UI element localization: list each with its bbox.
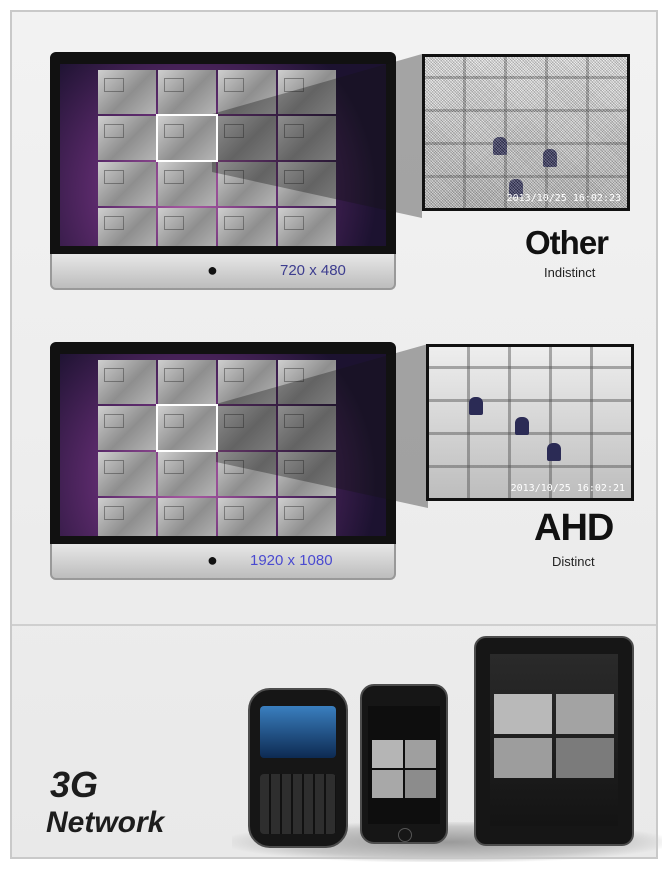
- video-noise: [425, 57, 627, 208]
- monitor-resolution: 1920 x 1080: [250, 552, 333, 569]
- zoom-timestamp: 2013/10/25 16:02:21: [510, 483, 625, 494]
- monitor-chin: ● 1920 x 1080: [50, 544, 396, 580]
- camera-tile: [98, 208, 156, 246]
- camera-tile: [494, 738, 552, 778]
- network-label: Network: [46, 806, 165, 839]
- camera-tile: [98, 162, 156, 206]
- zoom-timestamp: 2013/10/25 16:02:23: [506, 193, 621, 204]
- zoom-view-other: 2013/10/25 16:02:23: [422, 54, 630, 211]
- monitor-chin: ● 720 x 480: [50, 254, 396, 290]
- zoom-beam: [212, 54, 422, 218]
- zoom-beam: [216, 344, 428, 508]
- monitor-resolution: 720 x 480: [280, 262, 346, 279]
- office-cubicles: [429, 347, 631, 498]
- phone-keyboard: [260, 774, 336, 834]
- camera-tile: [158, 360, 216, 404]
- camera-tile: [98, 70, 156, 114]
- office-worker: [547, 443, 561, 461]
- phone-screen: [260, 706, 336, 758]
- camera-tile-selected: [156, 114, 218, 162]
- sublabel-other: Indistinct: [544, 265, 596, 280]
- camera-tile: [158, 452, 216, 496]
- camera-tile: [158, 208, 216, 246]
- camera-tile: [98, 116, 156, 160]
- camera-tile: [98, 360, 156, 404]
- apple-logo-icon: ●: [207, 260, 218, 280]
- ipad: [474, 636, 634, 846]
- iphone: [360, 684, 448, 844]
- camera-tile: [98, 452, 156, 496]
- label-ahd: AHD: [534, 507, 614, 549]
- camera-tile: [158, 162, 216, 206]
- label-other: Other: [525, 224, 609, 261]
- camera-tile: [98, 406, 156, 450]
- zoom-view-ahd: 2013/10/25 16:02:21: [426, 344, 634, 501]
- tablet-screen: [490, 654, 618, 826]
- camera-tile: [556, 738, 614, 778]
- apple-logo-icon: ●: [207, 550, 218, 570]
- feature-panel: ● 720 x 480 2013/10/25 16:02:23 Other In…: [10, 10, 662, 862]
- office-worker: [469, 397, 483, 415]
- camera-tile-selected: [156, 404, 218, 452]
- blackberry-phone: [248, 688, 348, 848]
- camera-tile: [405, 770, 436, 798]
- camera-tile: [556, 694, 614, 734]
- camera-tile: [405, 740, 436, 768]
- home-button-icon: [398, 828, 412, 842]
- camera-tile: [158, 70, 216, 114]
- camera-tile: [372, 770, 403, 798]
- phone-screen: [368, 706, 440, 824]
- camera-tile: [494, 694, 552, 734]
- sublabel-ahd: Distinct: [552, 554, 595, 569]
- camera-tile: [372, 740, 403, 768]
- camera-tile: [158, 498, 216, 536]
- network-3g-label: 3G: [50, 764, 99, 805]
- office-worker: [515, 417, 529, 435]
- section-divider: [12, 624, 656, 626]
- camera-tile: [98, 498, 156, 536]
